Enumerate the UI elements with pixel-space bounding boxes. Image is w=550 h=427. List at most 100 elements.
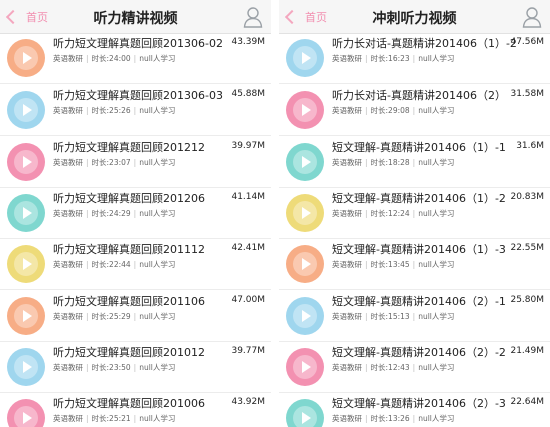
thumbnail[interactable] (7, 399, 45, 427)
video-title: 听力长对话-真题精讲201406（2） (332, 89, 506, 102)
meta-author: 英语教研 (332, 260, 362, 269)
file-size: 43.39M (231, 37, 265, 47)
screen-sprint-listening: 首页 冲刺听力视频 听力长对话-真题精讲201406（1）-2 英语教研 | 时长:1… (279, 0, 550, 427)
list-item[interactable]: 听力短文理解真题回顾201306-02 英语教研 | 时长:24:00 | null人学习… (0, 33, 271, 84)
list-item[interactable]: 听力短文理解真题回顾201106 英语教研 | 时长:25:29 | null人学习 47.… (0, 291, 271, 342)
play-icon (14, 150, 38, 174)
video-title: 听力短文理解真题回顾201206 (53, 192, 205, 205)
file-size: 22.55M (510, 243, 544, 253)
meta-duration: 时长:25:21 (91, 414, 131, 423)
thumbnail[interactable] (7, 297, 45, 335)
meta-author: 英语教研 (332, 363, 362, 372)
page-title: 冲刺听力视频 (372, 11, 457, 27)
list-item[interactable]: 听力短文理解真题回顾201006 英语教研 | 时长:25:21 | null人学习 43.… (0, 393, 271, 427)
separator: | (365, 414, 368, 423)
list-item[interactable]: 听力长对话-真题精讲201406（1）-2 英语教研 | 时长:16:23 | null人… (279, 33, 550, 84)
video-title: 听力短文理解真题回顾201106 (53, 295, 205, 308)
list-item[interactable]: 听力短文理解真题回顾201112 英语教研 | 时长:22:44 | null人学习 42.… (0, 239, 271, 290)
list-item[interactable]: 短文理解-真题精讲201406（1）-3 英语教研 | 时长:13:45 | null人学… (279, 239, 550, 290)
video-meta: 英语教研 | 时长:16:23 | null人学习 (332, 53, 454, 64)
meta-duration: 时长:13:45 (370, 260, 410, 269)
list-item[interactable]: 听力短文理解真题回顾201212 英语教研 | 时长:23:07 | null人学习 39.… (0, 137, 271, 188)
meta-duration: 时长:24:00 (91, 54, 131, 63)
separator: | (365, 312, 368, 321)
thumbnail[interactable] (286, 91, 324, 129)
play-icon (14, 98, 38, 122)
thumbnail[interactable] (7, 194, 45, 232)
separator: | (133, 54, 137, 63)
thumbnail[interactable] (7, 348, 45, 386)
thumbnail[interactable] (7, 91, 45, 129)
meta-learners: null人学习 (139, 363, 176, 372)
play-icon (293, 406, 317, 427)
list-item[interactable]: 短文理解-真题精讲201406（2）-1 英语教研 | 时长:15:13 | null人学… (279, 291, 550, 342)
separator: | (365, 158, 368, 167)
meta-author: 英语教研 (332, 312, 362, 321)
meta-learners: null人学习 (418, 209, 455, 218)
meta-learners: null人学习 (418, 54, 455, 63)
file-size: 41.14M (231, 192, 265, 202)
separator: | (86, 414, 89, 423)
separator: | (133, 209, 137, 218)
meta-duration: 时长:25:29 (91, 312, 131, 321)
list-item[interactable]: 短文理解-真题精讲201406（2）-2 英语教研 | 时长:12:43 | null人学… (279, 342, 550, 393)
separator: | (365, 106, 368, 115)
meta-learners: null人学习 (418, 158, 455, 167)
video-title: 短文理解-真题精讲201406（1）-2 (332, 192, 506, 205)
thumbnail[interactable] (7, 39, 45, 77)
meta-author: 英语教研 (53, 54, 83, 63)
thumbnail[interactable] (286, 39, 324, 77)
meta-author: 英语教研 (53, 158, 83, 167)
separator: | (86, 312, 89, 321)
video-title: 听力短文理解真题回顾201006 (53, 397, 205, 410)
thumbnail[interactable] (286, 399, 324, 427)
thumbnail[interactable] (286, 194, 324, 232)
meta-learners: null人学习 (139, 54, 176, 63)
thumbnail[interactable] (286, 143, 324, 181)
list-item[interactable]: 听力短文理解真题回顾201306-03 英语教研 | 时长:25:26 | null人学习… (0, 85, 271, 136)
meta-duration: 时长:18:28 (370, 158, 410, 167)
file-size: 45.88M (231, 89, 265, 99)
video-meta: 英语教研 | 时长:25:26 | null人学习 (53, 105, 175, 116)
file-size: 42.41M (231, 243, 265, 253)
list-item[interactable]: 短文理解-真题精讲201406（1）-1 英语教研 | 时长:18:28 | null人学… (279, 137, 550, 188)
video-title: 听力短文理解真题回顾201012 (53, 346, 205, 359)
thumbnail[interactable] (286, 297, 324, 335)
user-icon[interactable] (522, 6, 542, 28)
video-meta: 英语教研 | 时长:13:45 | null人学习 (332, 259, 454, 270)
screenshots: 首页 听力精讲视频 听力短文理解真题回顾201306-02 英语教研 | 时长:24:… (0, 0, 550, 427)
list-item[interactable]: 听力短文理解真题回顾201012 英语教研 | 时长:23:50 | null人学习 39.… (0, 342, 271, 393)
thumbnail[interactable] (286, 245, 324, 283)
meta-duration: 时长:15:13 (370, 312, 410, 321)
separator: | (86, 209, 89, 218)
list-item[interactable]: 听力短文理解真题回顾201206 英语教研 | 时长:24:29 | null人学习 41.… (0, 188, 271, 239)
list-item[interactable]: 听力长对话-真题精讲201406（2） 英语教研 | 时长:29:08 | null人学习… (279, 85, 550, 136)
meta-learners: null人学习 (418, 414, 455, 423)
video-title: 短文理解-真题精讲201406（2）-3 (332, 397, 506, 410)
list-item[interactable]: 短文理解-真题精讲201406（2）-3 英语教研 | 时长:13:26 | null人学… (279, 393, 550, 427)
separator: | (133, 158, 137, 167)
video-title: 短文理解-真题精讲201406（1）-1 (332, 141, 506, 154)
file-size: 21.49M (510, 346, 544, 356)
thumbnail[interactable] (7, 143, 45, 181)
meta-learners: null人学习 (418, 363, 455, 372)
meta-author: 英语教研 (332, 106, 362, 115)
file-size: 39.97M (231, 141, 265, 151)
separator: | (412, 260, 416, 269)
file-size: 22.64M (510, 397, 544, 407)
separator: | (86, 158, 89, 167)
separator: | (412, 158, 416, 167)
user-icon[interactable] (243, 6, 263, 28)
video-meta: 英语教研 | 时长:23:07 | null人学习 (53, 157, 175, 168)
meta-duration: 时长:24:29 (91, 209, 131, 218)
meta-author: 英语教研 (53, 260, 83, 269)
meta-duration: 时长:12:24 (370, 209, 410, 218)
separator: | (365, 54, 368, 63)
play-icon (14, 252, 38, 276)
thumbnail[interactable] (7, 245, 45, 283)
meta-author: 英语教研 (53, 209, 83, 218)
video-title: 短文理解-真题精讲201406（2）-2 (332, 346, 506, 359)
list-item[interactable]: 短文理解-真题精讲201406（1）-2 英语教研 | 时长:12:24 | null人学… (279, 188, 550, 239)
play-icon (293, 252, 317, 276)
thumbnail[interactable] (286, 348, 324, 386)
